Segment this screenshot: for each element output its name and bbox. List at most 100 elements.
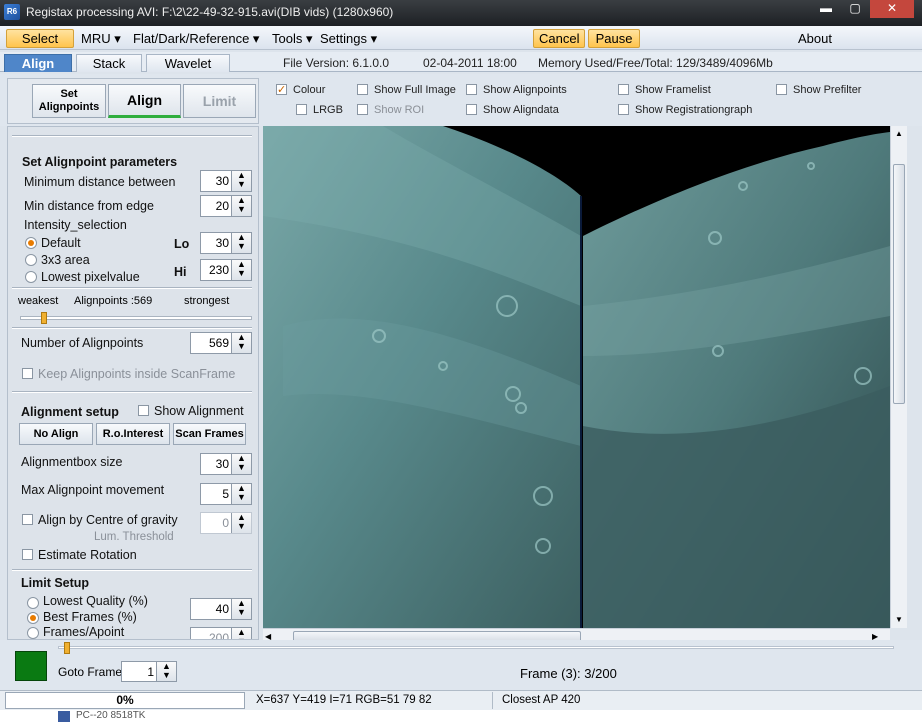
show-full-image-label: Show Full Image xyxy=(374,84,456,96)
menu-settings[interactable]: Settings ▾ xyxy=(315,29,382,48)
lowest-quality-radio[interactable] xyxy=(27,597,39,609)
centre-of-gravity-value: 0 xyxy=(222,516,229,530)
stepper-arrows-icon[interactable]: ▲▼ xyxy=(231,260,251,280)
max-movement-stepper[interactable]: 5 ▲ ▼ xyxy=(200,483,252,505)
estimate-rotation-checkbox[interactable] xyxy=(22,549,33,560)
frames-apoint-radio[interactable] xyxy=(27,627,39,639)
show-aligndata-checkbox[interactable] xyxy=(466,104,477,115)
default-radio[interactable] xyxy=(25,237,37,249)
build-date: 02-04-2011 18:00 xyxy=(423,56,517,70)
show-roi-checkbox[interactable] xyxy=(357,104,368,115)
frames-apoint-stepper[interactable]: 200▲▼ xyxy=(190,627,252,639)
stepper-arrows-icon[interactable]: ▲▼ xyxy=(231,233,251,253)
3x3-area-label: 3x3 area xyxy=(41,253,90,267)
tab-align[interactable]: Align xyxy=(4,54,72,72)
align-button[interactable]: Align xyxy=(108,84,181,118)
show-alignment-label: Show Alignment xyxy=(154,404,244,418)
keep-in-scanframe-checkbox[interactable] xyxy=(22,368,33,379)
taskbar-strip: PC--20 8518TK xyxy=(0,710,922,723)
menu-select[interactable]: Select xyxy=(6,29,74,48)
lowest-pixelvalue-radio[interactable] xyxy=(25,271,37,283)
divider xyxy=(492,692,493,709)
intensity-selection-label: Intensity_selection xyxy=(24,218,127,232)
color-swatch[interactable] xyxy=(15,651,47,681)
lrgb-checkbox[interactable] xyxy=(296,104,307,115)
menu-flat-dark-reference[interactable]: Flat/Dark/Reference ▾ xyxy=(128,29,264,48)
show-framelist-checkbox[interactable] xyxy=(618,84,629,95)
tab-row: Align Stack Wavelet File Version: 6.1.0.… xyxy=(0,52,922,72)
menu-about[interactable]: About xyxy=(793,29,837,48)
vertical-scroll-thumb[interactable] xyxy=(893,164,905,404)
pause-button[interactable]: Pause xyxy=(588,29,640,48)
set-alignpoints-button[interactable]: Set Alignpoints xyxy=(32,84,106,118)
scroll-down-icon[interactable]: ▼ xyxy=(891,612,907,628)
frame-slider-thumb[interactable] xyxy=(64,642,70,654)
estimate-rotation-label: Estimate Rotation xyxy=(38,548,137,562)
limit-button[interactable]: Limit xyxy=(183,84,256,118)
min-edge-label: Min distance from edge xyxy=(24,199,154,213)
stepper-arrows-icon[interactable]: ▲▼ xyxy=(231,599,251,619)
best-frames-stepper[interactable]: 40 ▲ ▼ xyxy=(190,598,252,620)
best-frames-value: 40 xyxy=(215,602,229,616)
goto-frame-stepper[interactable]: 1 ▲ ▼ xyxy=(121,661,177,682)
min-distance-label: Minimum distance between xyxy=(24,175,176,189)
lo-stepper[interactable]: 30 ▲ ▼ xyxy=(200,232,252,254)
show-full-image-checkbox[interactable] xyxy=(357,84,368,95)
show-framelist-label: Show Framelist xyxy=(635,84,711,96)
tab-stack[interactable]: Stack xyxy=(76,54,142,72)
show-registrationgraph-checkbox[interactable] xyxy=(618,104,629,115)
menu-mru[interactable]: MRU ▾ xyxy=(76,29,126,48)
colour-checkbox[interactable] xyxy=(276,84,287,95)
stepper-arrows-icon[interactable]: ▲▼ xyxy=(231,196,251,216)
vertical-scrollbar[interactable]: ▲ ▼ xyxy=(890,126,907,628)
default-radio-label: Default xyxy=(41,236,81,250)
tab-wavelet[interactable]: Wavelet xyxy=(146,54,230,72)
alignmentbox-size-value: 30 xyxy=(215,457,229,471)
max-movement-value: 5 xyxy=(222,487,229,501)
stepper-arrows-icon[interactable]: ▲▼ xyxy=(231,513,251,533)
image-viewer[interactable] xyxy=(263,126,890,628)
alignmentbox-size-label: Alignmentbox size xyxy=(21,455,123,469)
show-aligndata-label: Show Aligndata xyxy=(483,104,559,116)
menu-tools[interactable]: Tools ▾ xyxy=(267,29,318,48)
minimize-button[interactable]: ▬ xyxy=(812,0,840,18)
divider xyxy=(12,569,252,571)
scan-frames-button[interactable]: Scan Frames xyxy=(173,423,246,445)
maximize-button[interactable]: ▢ xyxy=(841,0,869,18)
close-button[interactable]: ✕ xyxy=(870,0,914,18)
scroll-up-icon[interactable]: ▲ xyxy=(891,126,907,142)
file-version: File Version: 6.1.0.0 xyxy=(283,56,390,70)
alignmentbox-size-stepper[interactable]: 30 ▲ ▼ xyxy=(200,453,252,475)
min-distance-stepper[interactable]: 30 ▲ ▼ xyxy=(200,170,252,192)
stepper-arrows-icon[interactable]: ▲▼ xyxy=(231,454,251,474)
show-alignment-checkbox[interactable] xyxy=(138,405,149,416)
show-registrationgraph-label: Show Registrationgraph xyxy=(635,104,753,116)
taskbar-text: PC--20 8518TK xyxy=(76,710,146,721)
3x3-area-radio[interactable] xyxy=(25,254,37,266)
show-alignpoints-checkbox[interactable] xyxy=(466,84,477,95)
num-alignpoints-stepper[interactable]: 569 ▲ ▼ xyxy=(190,332,252,354)
no-align-button[interactable]: No Align xyxy=(19,423,93,445)
stepper-arrows-icon[interactable]: ▲▼ xyxy=(156,662,176,681)
alignpoint-strength-slider[interactable] xyxy=(20,316,252,320)
centre-of-gravity-checkbox[interactable] xyxy=(22,514,33,525)
slider-thumb[interactable] xyxy=(41,312,47,324)
show-prefilter-checkbox[interactable] xyxy=(776,84,787,95)
stepper-arrows-icon[interactable]: ▲▼ xyxy=(231,171,251,191)
min-edge-stepper[interactable]: 20 ▲ ▼ xyxy=(200,195,252,217)
stepper-arrows-icon[interactable]: ▲▼ xyxy=(231,628,251,639)
hi-stepper[interactable]: 230 ▲ ▼ xyxy=(200,259,252,281)
stepper-arrows-icon[interactable]: ▲▼ xyxy=(231,333,251,353)
lowest-quality-label: Lowest Quality (%) xyxy=(43,594,148,608)
stepper-arrows-icon[interactable]: ▲▼ xyxy=(231,484,251,504)
frame-slider[interactable] xyxy=(58,646,894,649)
region-of-interest-button[interactable]: R.o.Interest xyxy=(96,423,170,445)
lowest-pixelvalue-label: Lowest pixelvalue xyxy=(41,270,140,284)
settings-panel: Set Alignpoint parameters Minimum distan… xyxy=(7,126,259,640)
centre-of-gravity-stepper[interactable]: 0 ▲ ▼ xyxy=(200,512,252,534)
best-frames-radio[interactable] xyxy=(27,612,39,624)
best-frames-label: Best Frames (%) xyxy=(43,610,137,624)
cancel-button[interactable]: Cancel xyxy=(533,29,585,48)
memory-info: Memory Used/Free/Total: 129/3489/4096Mb xyxy=(538,56,773,70)
show-roi-label: Show ROI xyxy=(374,104,425,116)
